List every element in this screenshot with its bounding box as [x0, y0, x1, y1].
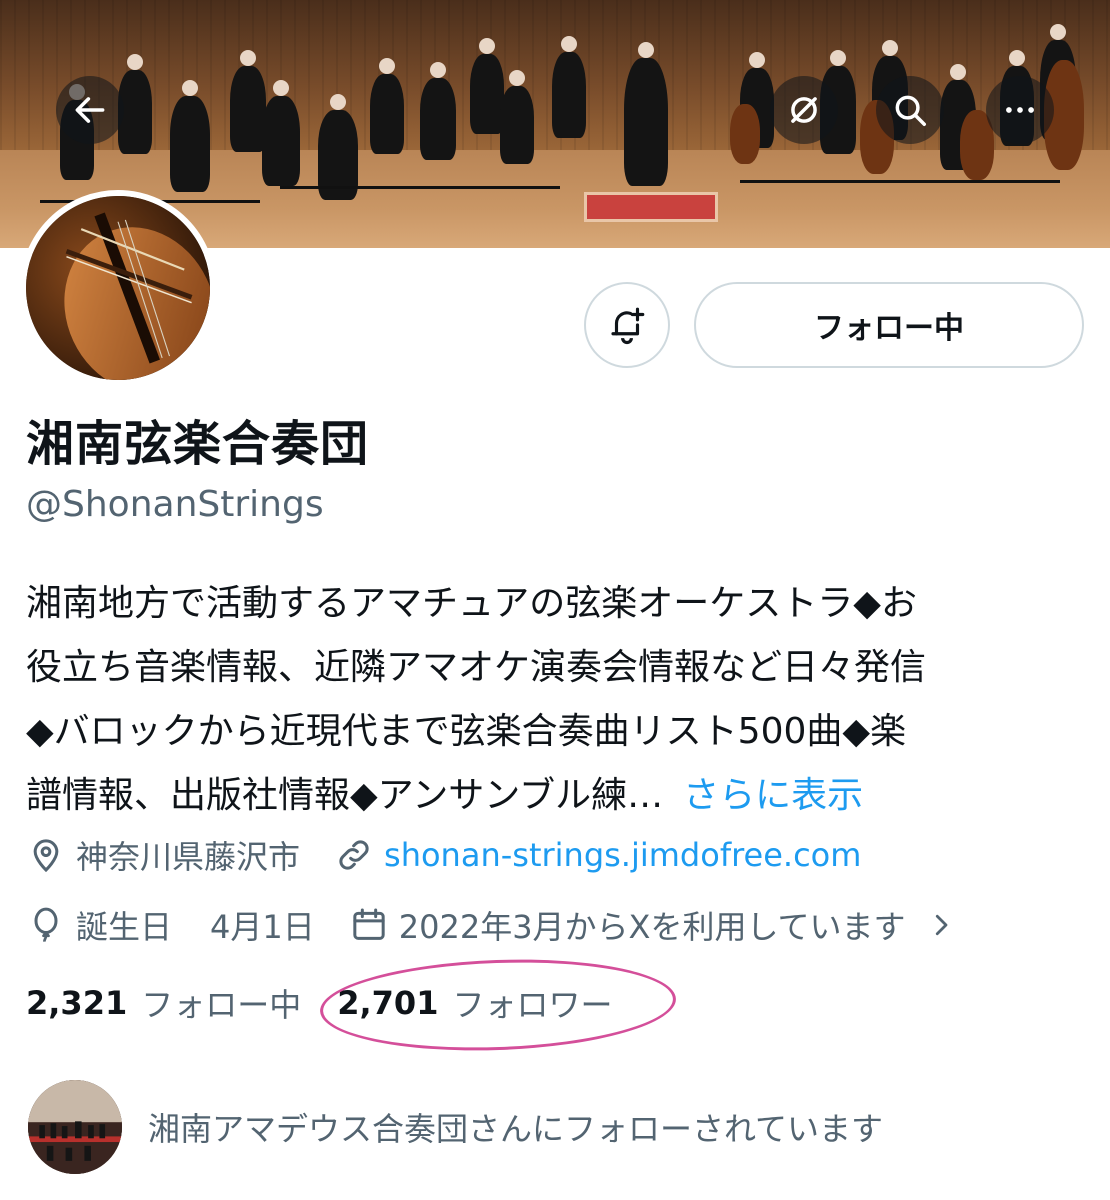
annotation-circle [318, 953, 678, 1057]
cello-photo-image [26, 196, 210, 380]
bio-line: 譜情報、出版社情報◆アンサンブル練… [26, 775, 664, 816]
orchestra-photo-image [28, 1080, 122, 1174]
hide-button[interactable] [770, 76, 838, 144]
back-button[interactable] [56, 76, 124, 144]
bio-line: 湘南地方で活動するアマチュアの弦楽オーケストラ◆お [26, 583, 917, 624]
following-button[interactable]: フォロー中 [694, 282, 1084, 368]
following-stat[interactable]: 2,321 フォロー中 [26, 980, 301, 1026]
website-link[interactable]: shonan-strings.jimdofree.com [384, 836, 861, 874]
website[interactable]: shonan-strings.jimdofree.com [334, 835, 861, 875]
search-icon [895, 95, 926, 126]
chevron-right-icon [935, 914, 947, 936]
birthday-label: 誕生日 [76, 908, 173, 946]
profile-avatar[interactable] [20, 190, 216, 386]
profile-meta-row-1: 神奈川県藤沢市 shonan-strings.jimdofree.com [26, 830, 895, 880]
bio-line: ◆バロックから近現代まで弦楽合奏曲リスト500曲◆楽 [26, 711, 907, 752]
bio-line: 役立ち音楽情報、近隣アマオケ演奏会情報など日々発信 [26, 647, 927, 688]
join-date-text: 2022年3月からXを利用しています [398, 908, 906, 946]
profile-meta-row-2: 誕生日 4月1日 2022年3月からXを利用しています [26, 900, 990, 950]
more-icon [1006, 107, 1034, 113]
calendar-icon [353, 908, 385, 940]
show-more-link[interactable]: さらに表示 [683, 775, 863, 816]
follower-avatar [28, 1080, 122, 1174]
bio: 湘南地方で活動するアマチュアの弦楽オーケストラ◆お 役立ち音楽情報、近隣アマオケ… [26, 572, 1086, 828]
birthday: 誕生日 4月1日 [26, 902, 315, 948]
birthday-date: 4月1日 [210, 908, 315, 946]
location-text: 神奈川県藤沢市 [76, 838, 301, 876]
following-count: 2,321 [26, 984, 128, 1022]
display-name: 湘南弦楽合奏団 [26, 416, 370, 472]
followed-by[interactable]: 湘南アマデウス合奏団さんにフォローされています [28, 1080, 883, 1174]
balloon-icon [34, 907, 58, 942]
user-handle: @ShonanStrings [26, 484, 324, 525]
join-date[interactable]: 2022年3月からXを利用しています [349, 902, 956, 948]
notify-button[interactable] [584, 282, 670, 368]
following-label: フォロー中 [141, 986, 302, 1024]
location: 神奈川県藤沢市 [26, 832, 300, 878]
bell-plus-icon [611, 307, 645, 345]
followed-by-text: 湘南アマデウス合奏団さんにフォローされています [148, 1110, 884, 1148]
search-button[interactable] [876, 76, 944, 144]
link-icon [339, 840, 369, 870]
more-button[interactable] [986, 76, 1054, 144]
arrow-left-icon [75, 97, 105, 123]
location-pin-icon [33, 839, 59, 873]
hide-icon [791, 97, 817, 123]
